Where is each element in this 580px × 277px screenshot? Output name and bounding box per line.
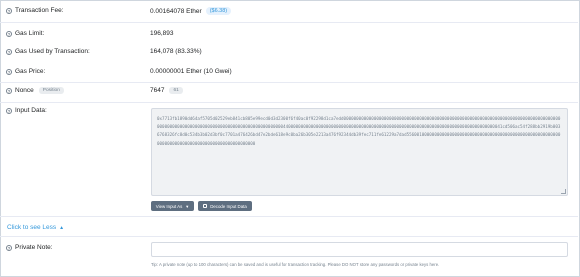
fee-label: Transaction Fee: bbox=[15, 7, 64, 14]
input-data-textarea[interactable]: 0x7713fb1890dd64af5705d02529eb841cb805e9… bbox=[151, 108, 568, 196]
input-data-divider bbox=[0, 216, 578, 217]
nonce-value-group: 7647 61 bbox=[150, 87, 183, 94]
private-note-label-group: ? Private Note: bbox=[6, 244, 53, 251]
see-less-divider bbox=[0, 236, 578, 237]
caret-down-icon: ▼ bbox=[185, 203, 190, 209]
gas-used-value: 164,078 (83.33%) bbox=[150, 48, 202, 55]
private-note-tip: Tip: A private note (up to 100 character… bbox=[151, 262, 440, 267]
chevron-up-icon: ▲ bbox=[59, 224, 65, 231]
question-icon[interactable]: ? bbox=[6, 244, 12, 251]
fee-value: 0.00164078 Ether bbox=[150, 7, 202, 15]
gas-limit-value: 196,893 bbox=[150, 30, 174, 37]
input-data-label: Input Data: bbox=[15, 107, 47, 114]
question-icon[interactable]: ? bbox=[6, 68, 12, 75]
see-less-label: Click to see Less bbox=[7, 224, 57, 231]
gas-used-label-group: ? Gas Used by Transaction: bbox=[6, 48, 90, 55]
gas-limit-label: Gas Limit: bbox=[15, 30, 45, 37]
private-note-label: Private Note: bbox=[15, 244, 53, 251]
fee-usd-badge: ($6.38) bbox=[205, 7, 232, 15]
position-badge: Position bbox=[38, 87, 64, 94]
input-data-text: 0x7713fb1890dd64af5705d02529eb841cb805e9… bbox=[157, 116, 561, 146]
decode-input-data-button[interactable]: Decode Input Data bbox=[198, 201, 252, 211]
resize-handle-icon[interactable] bbox=[561, 189, 566, 194]
gas-price-label-group: ? Gas Price: bbox=[6, 68, 45, 75]
view-input-as-label: View Input As bbox=[155, 203, 183, 209]
nonce-label-group: ? Nonce Position bbox=[6, 87, 64, 94]
see-less-link[interactable]: Click to see Less ▲ bbox=[7, 224, 64, 231]
question-icon[interactable]: ? bbox=[6, 30, 12, 37]
nonce-row: ? Nonce Position 7647 61 bbox=[0, 82, 578, 103]
fee-value-group: 0.00164078 Ether ($6.38) bbox=[150, 7, 232, 15]
fee-row: ? Transaction Fee: 0.00164078 Ether ($6.… bbox=[0, 0, 578, 23]
question-icon[interactable]: ? bbox=[6, 7, 12, 14]
gas-used-label: Gas Used by Transaction: bbox=[15, 48, 90, 55]
gas-price-row: ? Gas Price: 0.00000001 Ether (10 Gwei) bbox=[0, 62, 578, 83]
nonce-value: 7647 bbox=[150, 87, 165, 94]
gas-price-label: Gas Price: bbox=[15, 68, 46, 75]
fee-label-group: ? Transaction Fee: bbox=[6, 7, 64, 14]
input-data-label-group: ? Input Data: bbox=[6, 107, 47, 114]
question-icon[interactable]: ? bbox=[6, 87, 12, 94]
gas-price-value: 0.00000001 Ether (10 Gwei) bbox=[150, 68, 232, 75]
question-icon[interactable]: ? bbox=[6, 48, 12, 55]
gas-limit-label-group: ? Gas Limit: bbox=[6, 30, 44, 37]
private-note-input[interactable] bbox=[151, 242, 568, 257]
gas-limit-row: ? Gas Limit: 196,893 bbox=[0, 22, 578, 42]
decode-input-data-label: Decode Input Data bbox=[210, 203, 247, 209]
nonce-label: Nonce bbox=[15, 87, 34, 94]
nonce-position-value: 61 bbox=[169, 87, 183, 94]
view-input-as-button[interactable]: View Input As ▼ bbox=[151, 201, 194, 211]
decode-icon bbox=[203, 204, 208, 208]
question-icon[interactable]: ? bbox=[6, 107, 12, 114]
gas-used-row: ? Gas Used by Transaction: 164,078 (83.3… bbox=[0, 42, 578, 62]
